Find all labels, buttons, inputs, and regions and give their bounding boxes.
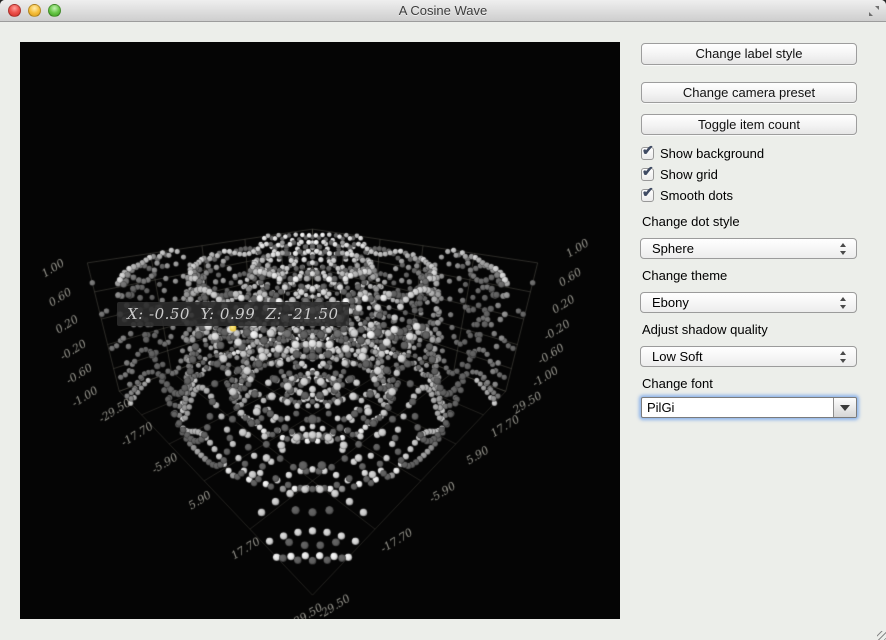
label-adjust-shadow-quality: Adjust shadow quality: [642, 322, 768, 337]
toggle-item-count-button[interactable]: Toggle item count: [641, 114, 857, 135]
label-change-theme: Change theme: [642, 268, 727, 283]
dropdown-shadow-quality[interactable]: Low Soft: [640, 346, 857, 367]
checkbox-label: Show grid: [660, 167, 718, 182]
dropdown-dot-style[interactable]: Sphere: [640, 238, 857, 259]
stepper-arrows-icon: [840, 243, 847, 255]
fullscreen-icon[interactable]: [868, 5, 880, 17]
stepper-arrows-icon: [840, 297, 847, 309]
checkmark-icon: ✔: [642, 163, 654, 180]
checkmark-icon: ✔: [642, 184, 654, 201]
app-window: A Cosine Wave X: -0.50 Y: 0.99 Z: -21.50…: [0, 0, 886, 640]
checkbox-label: Smooth dots: [660, 188, 733, 203]
dropdown-value: Sphere: [652, 241, 694, 256]
plot-area: X: -0.50 Y: 0.99 Z: -21.50: [20, 42, 620, 619]
label-change-font: Change font: [642, 376, 713, 391]
font-combobox[interactable]: PilGi: [641, 397, 857, 418]
combobox-value: PilGi: [647, 400, 674, 415]
checkbox-label: Show background: [660, 146, 764, 161]
chevron-down-icon: [840, 405, 850, 411]
dropdown-value: Ebony: [652, 295, 689, 310]
window-title: A Cosine Wave: [0, 0, 886, 22]
change-label-style-button[interactable]: Change label style: [641, 43, 857, 65]
change-camera-preset-button[interactable]: Change camera preset: [641, 82, 857, 103]
dropdown-theme[interactable]: Ebony: [640, 292, 857, 313]
label-change-dot-style: Change dot style: [642, 214, 740, 229]
scatter-3d-canvas[interactable]: [20, 42, 620, 619]
combobox-dropdown-button[interactable]: [833, 398, 856, 417]
checkmark-icon: ✔: [642, 142, 654, 159]
title-bar[interactable]: A Cosine Wave: [0, 0, 886, 22]
selection-tooltip: X: -0.50 Y: 0.99 Z: -21.50: [117, 302, 349, 326]
checkbox-box[interactable]: ✔: [641, 147, 654, 160]
stepper-arrows-icon: [840, 351, 847, 363]
checkbox-box[interactable]: ✔: [641, 189, 654, 202]
dropdown-value: Low Soft: [652, 349, 703, 364]
checkbox-box[interactable]: ✔: [641, 168, 654, 181]
resize-grip[interactable]: [877, 631, 886, 640]
